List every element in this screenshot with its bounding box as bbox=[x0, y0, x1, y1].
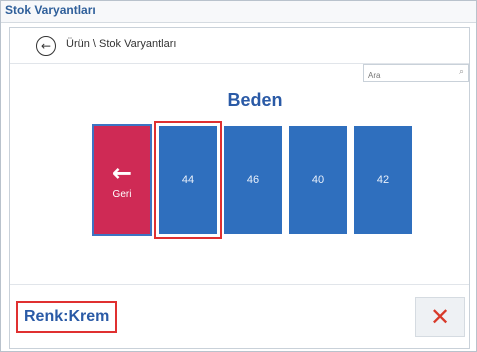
title-bar: Stok Varyantları bbox=[1, 1, 476, 23]
bottom-bar: Renk:Krem ✕ bbox=[10, 284, 469, 348]
size-tile-40[interactable]: 40 bbox=[289, 126, 347, 234]
size-tile-46[interactable]: 46 bbox=[224, 126, 282, 234]
left-arrow-icon: ← bbox=[111, 158, 133, 187]
size-tile-label: 44 bbox=[181, 174, 195, 186]
size-tile-44[interactable]: 44 bbox=[154, 121, 222, 239]
size-tile-42[interactable]: 42 bbox=[354, 126, 412, 234]
breadcrumb-bar: ← Ürün \ Stok Varyantları bbox=[10, 28, 469, 64]
stock-variants-window: Stok Varyantları ← Ürün \ Stok Varyantla… bbox=[0, 0, 477, 352]
size-tile-label: 46 bbox=[246, 174, 260, 186]
color-label: Renk:Krem bbox=[16, 301, 118, 333]
breadcrumb: Ürün \ Stok Varyantları bbox=[66, 38, 177, 50]
size-tile-label: 40 bbox=[311, 174, 325, 186]
close-icon: ✕ bbox=[429, 303, 451, 331]
search-box[interactable]: ⌕ bbox=[363, 64, 469, 84]
main-panel: ← Ürün \ Stok Varyantları ⌕ Beden ← Geri… bbox=[9, 27, 470, 349]
back-tile-label: Geri bbox=[112, 188, 132, 200]
back-arrow-icon[interactable]: ← bbox=[36, 36, 56, 56]
size-tile-label: 42 bbox=[376, 174, 390, 186]
search-icon[interactable]: ⌕ bbox=[459, 67, 464, 77]
back-tile-button[interactable]: ← Geri bbox=[92, 124, 152, 236]
window-title: Stok Varyantları bbox=[5, 3, 96, 17]
close-button[interactable]: ✕ bbox=[415, 297, 465, 337]
group-title: Beden bbox=[227, 90, 283, 110]
search-input[interactable] bbox=[364, 67, 450, 84]
